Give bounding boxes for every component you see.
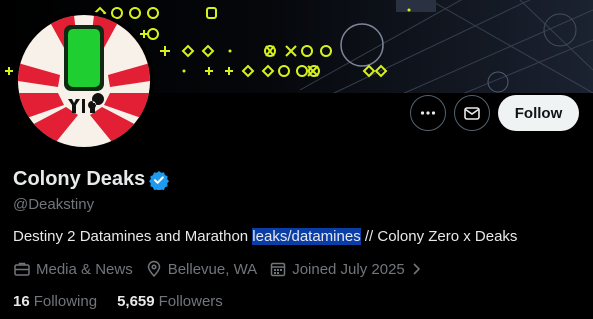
following-link[interactable]: 16 Following [13, 293, 97, 310]
more-horizontal-icon [420, 111, 436, 115]
bio-text: Destiny 2 Datamines and Marathon [13, 228, 253, 245]
verified-badge-icon[interactable] [149, 170, 170, 190]
bio: Destiny 2 Datamines and Marathon leaks/d… [13, 228, 517, 245]
more-button[interactable] [410, 95, 446, 131]
location-label: Bellevue, WA [167, 260, 258, 278]
bio-text-end: // Colony Zero x Deaks [360, 228, 518, 245]
follow-stats: 16 Following 5,659 Followers [13, 293, 223, 310]
calendar-icon [270, 262, 286, 277]
location-pin-icon [147, 260, 160, 278]
chevron-right-icon [413, 263, 420, 275]
profile-avatar[interactable] [14, 11, 154, 151]
joined-label: Joined July 2025 [292, 260, 405, 278]
bio-highlighted-text: leaks/datamines [252, 228, 361, 245]
display-name: Colony Deaks [13, 168, 146, 190]
profile-meta: Media & News Bellevue, WA Joined July 20… [13, 260, 434, 278]
message-button[interactable] [454, 95, 490, 131]
follow-button[interactable]: Follow [498, 95, 579, 131]
followers-count: 5,659 [117, 293, 155, 310]
handle: @Deakstiny [13, 196, 95, 213]
category-label: Media & News [36, 260, 133, 278]
display-name-row: Colony Deaks [13, 168, 170, 191]
following-count: 16 [13, 293, 30, 310]
followers-label: Followers [158, 293, 223, 310]
location-item: Bellevue, WA [145, 260, 257, 278]
joined-item[interactable]: Joined July 2025 [269, 260, 422, 278]
following-label: Following [33, 293, 98, 310]
category-item: Media & News [13, 260, 133, 278]
followers-link[interactable]: 5,659 Followers [117, 293, 223, 310]
briefcase-icon [14, 262, 30, 276]
avatar-logo [18, 15, 150, 147]
mail-icon [464, 107, 480, 120]
